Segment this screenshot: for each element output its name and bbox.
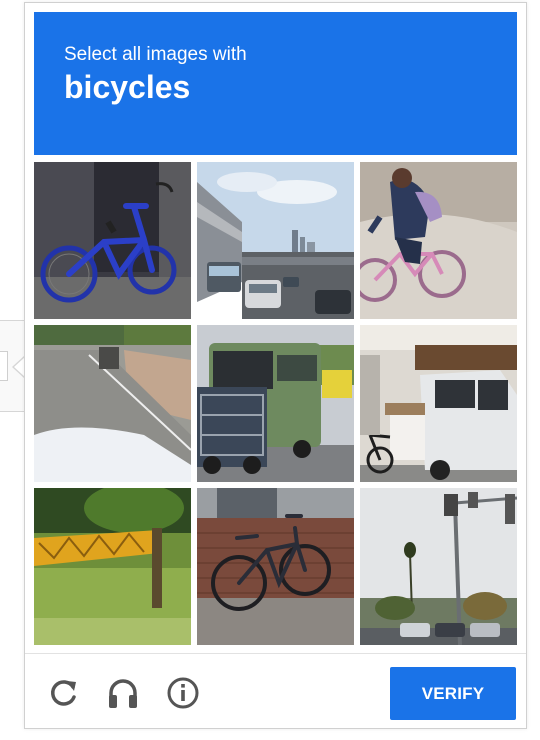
challenge-header: Select all images with bicycles <box>34 12 517 155</box>
tile-1[interactable] <box>34 162 191 319</box>
verify-button[interactable]: VERIFY <box>390 667 516 720</box>
target-keyword: bicycles <box>64 69 191 105</box>
tile-4-image <box>34 325 191 482</box>
captcha-dialog: Select all images with bicycles VERIFY <box>24 2 527 729</box>
reload-icon[interactable] <box>47 676 81 710</box>
tile-7[interactable] <box>34 488 191 645</box>
image-grid <box>34 162 517 645</box>
tile-8[interactable] <box>197 488 354 645</box>
background-checkbox-fragment <box>0 351 8 381</box>
tile-5[interactable] <box>197 325 354 482</box>
tile-2[interactable] <box>197 162 354 319</box>
tile-8-image <box>197 488 354 645</box>
tile-6-image <box>360 325 517 482</box>
instruction-text: Select all images with <box>64 44 247 65</box>
tile-9-image <box>360 488 517 645</box>
tile-3[interactable] <box>360 162 517 319</box>
tile-2-image <box>197 162 354 319</box>
info-icon[interactable] <box>166 676 200 710</box>
tile-4[interactable] <box>34 325 191 482</box>
tile-5-image <box>197 325 354 482</box>
challenge-footer: VERIFY <box>25 653 526 729</box>
tile-7-image <box>34 488 191 645</box>
tile-6[interactable] <box>360 325 517 482</box>
headphones-icon[interactable] <box>106 676 140 710</box>
tile-3-image <box>360 162 517 319</box>
tile-1-image <box>34 162 191 319</box>
tile-9[interactable] <box>360 488 517 645</box>
